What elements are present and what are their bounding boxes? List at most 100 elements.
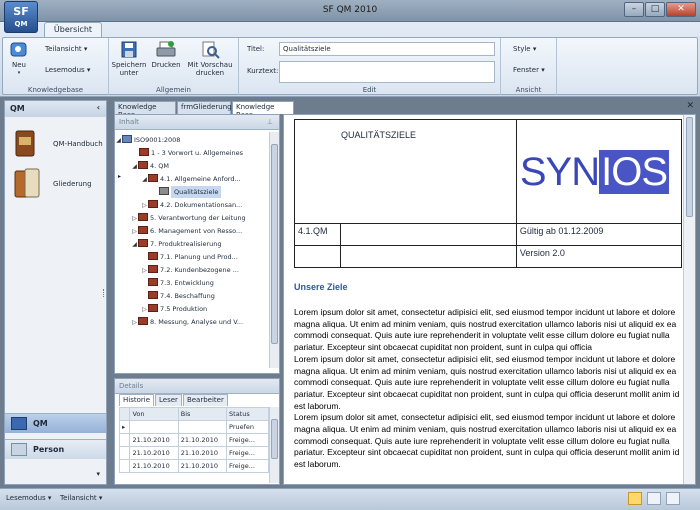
group-label-allgemein: Allgemein [156,86,191,94]
chapter-icon [148,252,158,260]
document-tabs: Knowledge Base frmGliederung Knowledge B… [114,100,696,119]
fenster-dropdown[interactable]: Fenster ▾ [513,66,545,74]
chapter-icon [148,200,158,208]
tab-bearbeiter[interactable]: Bearbeiter [182,394,228,406]
table-row[interactable]: 21.10.2010 21.10.2010 Freige... [118,446,269,460]
save-icon [118,40,140,60]
minimize-button[interactable]: – [624,2,644,17]
tree-row[interactable]: ◢ 7. Produktrealisierung [115,238,269,250]
drucken-button[interactable]: Drucken [151,40,181,69]
table-row[interactable]: 21.10.2010 21.10.2010 Freige... [118,459,269,473]
group-edit: Titel: Qualitätsziele Kurztext: Edit [239,38,501,95]
nav-more-chevron-icon[interactable]: ▾ [96,470,100,478]
collapse-arrow-icon[interactable]: ◢ [131,239,138,250]
tab-historie[interactable]: Historie [119,394,155,406]
chapter-icon [148,265,158,273]
document-header-title: QUALITÄTSZIELE [294,119,517,224]
tree-row-selected[interactable]: Qualitätsziele [115,186,269,198]
tab-knowledge-base-2[interactable]: Knowledge Base [232,101,294,119]
view-normal-icon[interactable] [628,492,642,505]
neu-button[interactable]: Neu ▾ [7,40,31,77]
person-icon [11,443,27,456]
nav-item-gliederung[interactable]: Gliederung [13,167,92,201]
nav-header: QM ‹ [5,101,106,117]
style-dropdown[interactable]: Style ▾ [513,45,536,53]
tab-leser[interactable]: Leser [155,394,182,406]
tree-scrollbar-thumb[interactable] [271,144,278,344]
app-logo-top: SF [13,5,29,18]
collapse-arrow-icon[interactable]: ◢ [131,161,138,172]
collapse-arrow-icon[interactable]: ◢ [141,174,148,185]
book-stack-icon [14,168,40,198]
speichern-unter-button[interactable]: Speichern unter [111,40,147,77]
collapse-arrow-icon[interactable]: ◢ [115,135,122,146]
pin-icon[interactable]: ⊥ [267,118,273,126]
details-header: Details [115,379,279,394]
nav-item-qm-handbuch[interactable]: QM-Handbuch [13,129,103,159]
expand-arrow-icon[interactable]: ▷ [141,200,148,211]
tree-row[interactable]: ▷ 8. Messung, Analyse und V... [115,316,269,328]
tree-row[interactable]: ▷ 7.2. Kundenbezogene ... [115,264,269,276]
chapter-icon [138,239,148,247]
chapter-icon [138,161,148,169]
details-panel: Details Historie Leser Bearbeiter Von Bi… [114,378,280,485]
table-row[interactable]: 21.10.2010 21.10.2010 Freige... [118,433,269,447]
titel-input[interactable]: Qualitätsziele [279,42,495,56]
history-grid: Von Bis Status ▸ Pruefen 21.10.2010 21.1… [118,407,269,473]
tree-row[interactable]: ▷ 6. Management von Resso... [115,225,269,237]
view-reading-icon[interactable] [647,492,661,505]
ribbon-body: Neu ▾ Teilansicht ▾ Lesemodus ▾ Knowledg… [2,37,698,95]
tree-row[interactable]: ◢ 4.1. Allgemeine Anford... [115,173,269,185]
expand-arrow-icon[interactable]: ▷ [131,213,138,224]
collapse-chevron-icon[interactable]: ‹ [97,103,100,112]
app-logo-bottom: QM [14,20,28,28]
details-scrollbar[interactable] [269,407,279,483]
group-ansicht: Style ▾ Fenster ▾ Ansicht [501,38,557,95]
details-tabs: Historie Leser Bearbeiter [119,394,228,406]
nav-bottom-qm[interactable]: QM [5,413,106,433]
close-button[interactable]: ✕ [666,2,696,17]
application-menu-button[interactable]: SF QM [4,1,38,33]
status-lesemodus-dropdown[interactable]: Lesemodus ▾ [6,494,51,502]
details-scrollbar-thumb[interactable] [271,419,278,459]
expand-arrow-icon[interactable]: ▷ [131,226,138,237]
tree-row[interactable]: ▷ 7.5 Produktion [115,303,269,315]
tree-row[interactable]: ◢ 4. QM [115,160,269,172]
maximize-button[interactable]: □ [645,2,665,17]
lesemodus-dropdown[interactable]: Lesemodus ▾ [45,66,90,74]
document-scrollbar[interactable] [683,115,695,484]
table-row[interactable]: ▸ Pruefen [118,420,269,434]
paragraph: Lorem ipsum dolor sit amet, consectetur … [294,353,680,411]
tree-row[interactable]: ◢ ISO9001:2008 [115,134,269,146]
tree-row[interactable]: ▷ 5. Verantwortung der Leitung [115,212,269,224]
expand-arrow-icon[interactable]: ▷ [141,265,148,276]
ribbon-tab-uebersicht[interactable]: Übersicht [44,22,102,38]
column-von[interactable]: Von [129,407,179,421]
mit-vorschau-drucken-button[interactable]: Mit Vorschau drucken [185,40,235,77]
tree-row[interactable]: 7.1. Planung und Prod... [115,251,269,263]
tree-row[interactable]: 7.4. Beschaffung [115,290,269,302]
tree-row[interactable]: ▷ 4.2. Dokumentationsan... [115,199,269,211]
content-tree: ◢ ISO9001:2008 1 - 3 Vorwort u. Allgemein… [115,132,269,368]
nav-bottom-person[interactable]: Person [5,439,106,459]
kurztext-input[interactable] [279,61,495,83]
tree-row[interactable]: 7.3. Entwicklung [115,277,269,289]
expand-arrow-icon[interactable]: ▷ [141,304,148,315]
tab-knowledge-base-1[interactable]: Knowledge Base [114,101,176,119]
column-status[interactable]: Status [226,407,269,421]
expand-arrow-icon[interactable]: ▷ [131,317,138,328]
chapter-icon [138,317,148,325]
status-bar: Lesemodus ▾ Teilansicht ▾ [0,488,700,510]
close-tab-icon[interactable]: ✕ [686,101,694,111]
splitter-handle[interactable] [103,289,107,297]
column-bis[interactable]: Bis [177,407,228,421]
tree-row[interactable]: 1 - 3 Vorwort u. Allgemeines [115,147,269,159]
status-teilansicht-dropdown[interactable]: Teilansicht ▾ [60,494,102,502]
view-layout-icon[interactable] [666,492,680,505]
tree-scrollbar[interactable] [269,132,279,368]
document-version: Version 2.0 [515,245,683,268]
document-scrollbar-thumb[interactable] [686,117,693,217]
current-row-marker-icon: ▸ [118,173,122,180]
tab-frmgliederung[interactable]: frmGliederung [177,101,232,114]
teilansicht-dropdown[interactable]: Teilansicht ▾ [45,45,87,53]
